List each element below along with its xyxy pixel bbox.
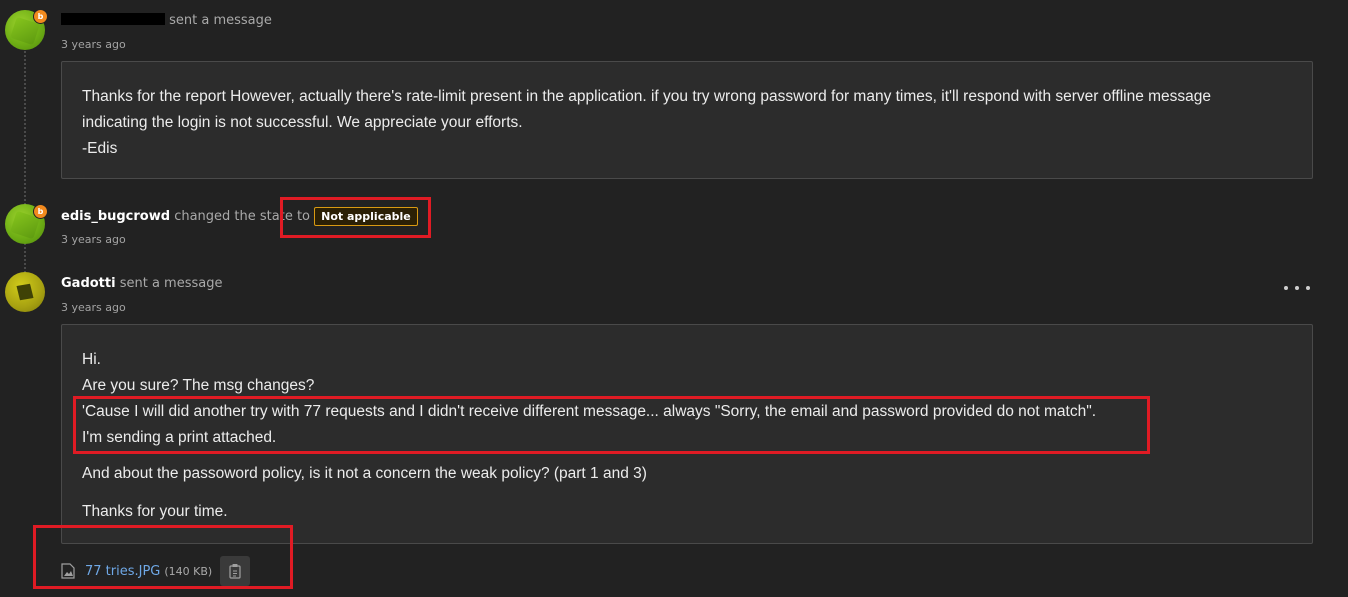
- more-options-icon[interactable]: [1284, 281, 1310, 295]
- message-line: indicating the login is not successful. …: [82, 114, 523, 131]
- timestamp: 3 years ago: [61, 38, 126, 51]
- message-body: Thanks for the report However, actually …: [61, 61, 1313, 179]
- avatar[interactable]: [5, 272, 45, 312]
- timestamp: 3 years ago: [61, 301, 126, 314]
- highlight-box: [280, 197, 431, 238]
- timestamp: 3 years ago: [61, 233, 126, 246]
- bugcrowd-badge-icon: b: [33, 204, 48, 219]
- author-name[interactable]: Gadotti: [61, 276, 116, 291]
- message-line: And about the passoword policy, is it no…: [82, 465, 647, 482]
- author-name[interactable]: edis_bugcrowd: [61, 209, 170, 224]
- message-line: -Edis: [82, 140, 118, 157]
- event-action: sent a message: [119, 276, 223, 291]
- bugcrowd-badge-icon: b: [33, 9, 48, 24]
- highlight-box: [73, 396, 1150, 454]
- timeline-connector: [24, 40, 26, 280]
- message-line: Thanks for your time.: [82, 503, 228, 520]
- event-header: Gadotti sent a message: [61, 276, 222, 291]
- highlight-box: [33, 525, 293, 589]
- event-header: sent a message: [61, 13, 272, 28]
- message-line: Thanks for the report However, actually …: [82, 88, 1212, 105]
- message-line: Hi.: [82, 351, 101, 368]
- redacted-username: [61, 13, 165, 25]
- event-action: sent a message: [169, 13, 272, 28]
